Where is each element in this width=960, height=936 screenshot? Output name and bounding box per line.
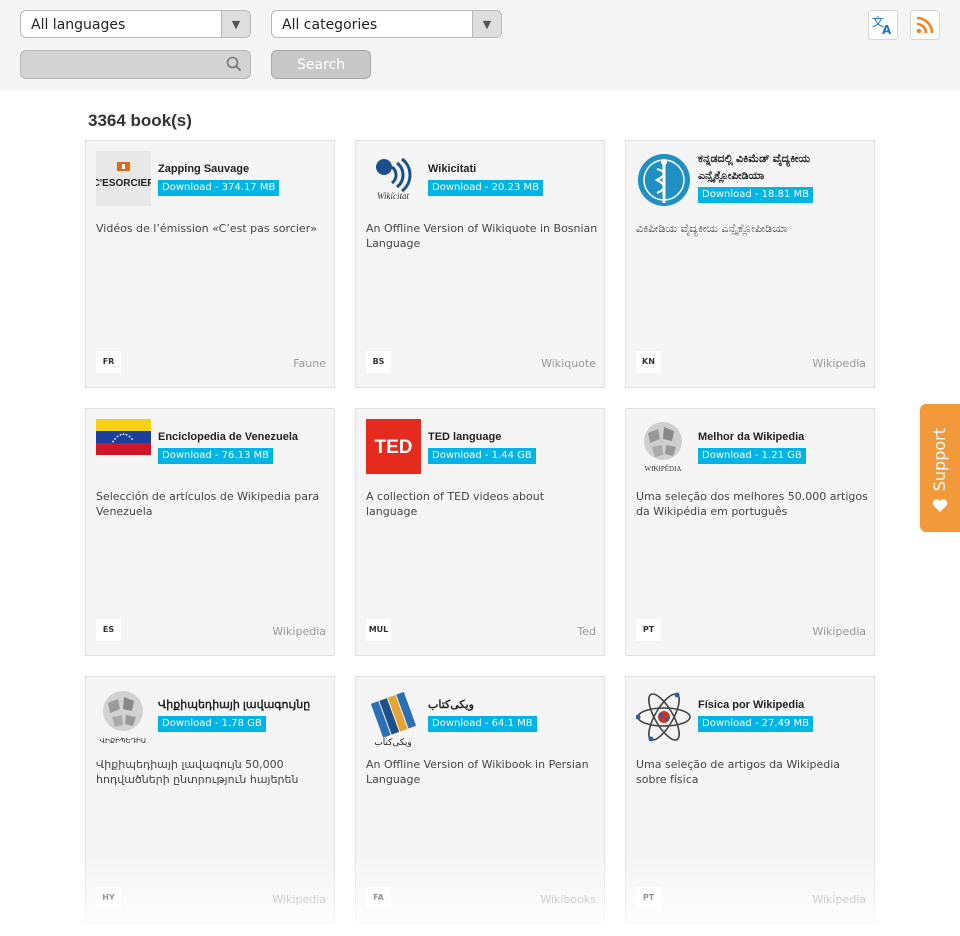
book-thumbnail (96, 419, 151, 474)
book-thumbnail: C'ESORCIER (93, 151, 155, 206)
download-link[interactable]: Download - 27.49 MB (698, 716, 813, 732)
book-thumbnail: Wikicitat (366, 151, 421, 206)
ted-logo: TED (366, 419, 421, 474)
language-badge: ES (96, 619, 121, 641)
download-link[interactable]: Download - 1.21 GB (698, 448, 806, 464)
book-card[interactable]: WIKIPÉDIA Melhor da Wikipedia Download -… (625, 408, 875, 656)
search-button[interactable]: Search (271, 50, 371, 79)
language-badge: PT (636, 619, 661, 641)
header-bar: All languages ▼ All categories ▼ Search … (0, 0, 960, 90)
book-category: Wikibooks (540, 893, 596, 906)
translate-button[interactable]: 文 A (868, 10, 898, 40)
book-card[interactable]: Física por Wikipedia Download - 27.49 MB… (625, 676, 875, 924)
chevron-down-icon[interactable]: ▼ (472, 11, 501, 37)
language-badge: MUL (366, 619, 391, 641)
book-description: An Offline Version of Wikibook in Persia… (366, 758, 589, 786)
book-description: Selección de artículos de Wikipedia para… (96, 490, 320, 518)
book-title[interactable]: Zapping Sauvage (158, 161, 328, 178)
category-select[interactable]: All categories ▼ (271, 10, 502, 38)
book-title[interactable]: TED language (428, 429, 598, 446)
search-icon[interactable] (226, 56, 242, 72)
svg-text:A: A (882, 23, 892, 36)
book-thumbnail (635, 687, 691, 742)
language-badge: FR (96, 351, 121, 373)
support-button[interactable]: Support (920, 404, 960, 532)
book-category: Wikipedia (812, 893, 866, 906)
language-badge: PT (636, 887, 661, 909)
heart-icon (932, 499, 948, 512)
book-description: Uma seleção de artigos da Wikipedia sobr… (636, 758, 841, 786)
category-select-value: All categories (282, 17, 378, 33)
book-category: Wikipedia (812, 357, 866, 370)
download-link[interactable]: Download - 1.44 GB (428, 448, 536, 464)
book-title[interactable]: Վիքիպեդիայի լավագույնը (158, 697, 328, 714)
book-category: Faune (293, 357, 326, 370)
book-category: Wikipedia (812, 625, 866, 638)
rss-button[interactable] (910, 10, 940, 40)
download-link[interactable]: Download - 1.78 GB (158, 716, 266, 732)
download-link[interactable]: Download - 374.17 MB (158, 180, 280, 196)
book-title[interactable]: Melhor da Wikipedia (698, 429, 868, 446)
download-link[interactable]: Download - 18.81 MB (698, 187, 813, 203)
book-description: Uma seleção dos melhores 50.000 artigos … (636, 490, 868, 518)
book-thumbnail (636, 151, 692, 209)
book-category: Wikipedia (272, 893, 326, 906)
book-category: Wikiquote (541, 357, 596, 370)
svg-text:Wikicitat: Wikicitat (377, 191, 409, 201)
download-link[interactable]: Download - 64.1 MB (428, 716, 537, 732)
svg-text:TED: TED (375, 437, 413, 458)
svg-text:C'ESORCIER: C'ESORCIER (96, 178, 151, 189)
book-card[interactable]: ویکی‌کتاب ویکی‌کتاب Download - 64.1 MB A… (355, 676, 605, 924)
book-count: 3364 book(s) (88, 111, 192, 130)
translate-icon: 文 A (872, 14, 892, 36)
rss-icon (916, 16, 934, 34)
book-title[interactable]: Wikicitati (428, 161, 598, 178)
book-card[interactable]: ՎԻՔԻՊԵԴԻԱ Վիքիպեդիայի լավագույնը Downloa… (85, 676, 335, 924)
svg-text:ՎԻՔԻՊԵԴԻԱ: ՎԻՔԻՊԵԴԻԱ (100, 737, 146, 745)
book-card[interactable]: C'ESORCIER Zapping Sauvage Download - 37… (85, 140, 335, 388)
search-input[interactable] (29, 54, 213, 76)
book-title[interactable]: Enciclopedia de Venezuela (158, 429, 328, 446)
language-select-value: All languages (31, 17, 126, 33)
venezuela-flag-icon (96, 419, 151, 455)
book-description: An Offline Version of Wikiquote in Bosni… (366, 222, 598, 250)
search-field[interactable] (20, 50, 251, 79)
book-description: Վիքիպեդիայի լավագույն 50,000 հոդվածների … (96, 758, 299, 786)
book-card[interactable]: Enciclopedia de Venezuela Download - 76.… (85, 408, 335, 656)
chevron-down-icon[interactable]: ▼ (221, 11, 250, 37)
wikibooks-logo: ویکی‌کتاب (370, 691, 417, 748)
book-description: ವಿಕಿಪೀಡಿಯ ವೈದ್ಯಕೀಯ ಎನ್ಸೈಕ್ಲೋಪೀಡಿಯಾ (636, 222, 788, 235)
book-category: Wikipedia (272, 625, 326, 638)
language-select[interactable]: All languages ▼ (20, 10, 251, 38)
book-card[interactable]: Wikicitat Wikicitati Download - 20.23 MB… (355, 140, 605, 388)
svg-text:WIKIPÉDIA: WIKIPÉDIA (645, 465, 682, 473)
book-thumbnail: ویکی‌کتاب (366, 687, 421, 748)
wikipedia-globe-icon: WIKIPÉDIA (644, 422, 682, 473)
book-title[interactable]: ಕನ್ನಡದಲ್ಲಿ ವಿಕಿಮೆಡ್ ವೈದ್ಯಕೀಯ ಎನ್ಸೈಕ್ಲೋಪೀ… (698, 151, 868, 185)
language-badge: FA (366, 887, 391, 909)
download-link[interactable]: Download - 20.23 MB (428, 180, 543, 196)
book-thumbnail: WIKIPÉDIA (636, 419, 691, 474)
download-link[interactable]: Download - 76.13 MB (158, 448, 273, 464)
atom-icon (635, 692, 691, 742)
book-category: Ted (577, 625, 596, 638)
book-thumbnail: ՎԻՔԻՊԵԴԻԱ (96, 687, 151, 745)
language-badge: HY (96, 887, 121, 909)
support-label: Support (930, 428, 949, 492)
book-card[interactable]: TED TED language Download - 1.44 GB A co… (355, 408, 605, 656)
book-description: Vidéos de l’émission «C’est pas sorcier» (96, 222, 317, 235)
book-card[interactable]: ಕನ್ನಡದಲ್ಲಿ ವಿಕಿಮೆಡ್ ವೈದ್ಯಕೀಯ ಎನ್ಸೈಕ್ಲೋಪೀ… (625, 140, 875, 388)
book-thumbnail: TED (366, 419, 421, 474)
wikipedia-globe-icon: ՎԻՔԻՊԵԴԻԱ (100, 691, 146, 745)
book-description: A collection of TED videos about languag… (366, 490, 545, 518)
svg-text:ویکی‌کتاب: ویکی‌کتاب (374, 738, 412, 747)
book-title[interactable]: ویکی‌کتاب (428, 697, 598, 714)
language-badge: BS (366, 351, 391, 373)
book-title[interactable]: Física por Wikipedia (698, 697, 868, 714)
language-badge: KN (636, 351, 661, 373)
